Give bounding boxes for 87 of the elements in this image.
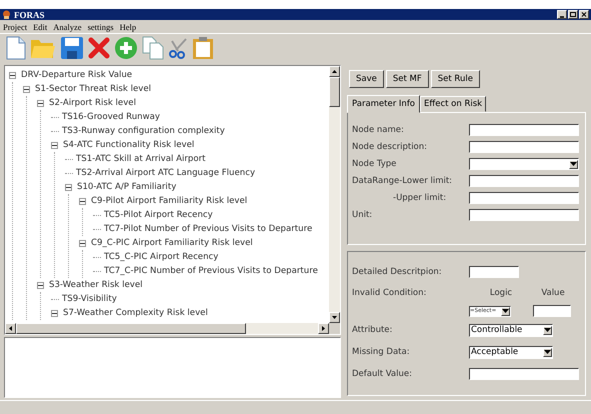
input-field[interactable] <box>469 266 519 278</box>
scroll-thumb[interactable] <box>16 323 246 334</box>
tree-item[interactable]: S3-Weather Risk level <box>49 280 143 290</box>
collapse-icon[interactable] <box>65 184 72 190</box>
horizontal-scrollbar[interactable] <box>5 323 329 334</box>
right-arrow-icon <box>322 326 325 331</box>
tree-item[interactable]: TC5-Pilot Airport Recency <box>104 210 213 220</box>
add-icon[interactable] <box>114 36 138 60</box>
dropdown[interactable]: Controllable <box>469 324 553 336</box>
input-field[interactable] <box>533 305 571 317</box>
menu-item[interactable]: Analyze <box>53 22 82 32</box>
tree-item[interactable]: TC7-Pilot Number of Previous Visits to Departure <box>104 224 312 234</box>
minimize-icon[interactable] <box>557 10 567 19</box>
scroll-left-button[interactable] <box>5 323 16 334</box>
menu-item[interactable]: Edit <box>33 22 48 32</box>
close-icon[interactable] <box>579 10 589 19</box>
window-title: FORAS <box>14 10 45 20</box>
field-label: Missing Data: <box>352 347 411 357</box>
input-field[interactable] <box>469 124 579 136</box>
field-label: Attribute: <box>352 325 394 335</box>
down-arrow-icon <box>332 316 337 319</box>
dropdown-arrow-icon[interactable] <box>569 160 578 168</box>
field-label: -Upper limit: <box>392 193 446 203</box>
tree-item[interactable]: S7-Weather Complexity Risk level <box>63 308 208 318</box>
scroll-right-button[interactable] <box>318 323 329 334</box>
menu-item[interactable]: Help <box>120 22 136 32</box>
app-icon <box>2 10 11 19</box>
dropdown-arrow-icon[interactable] <box>543 348 552 356</box>
new-document-icon[interactable] <box>6 36 26 60</box>
collapse-icon[interactable] <box>23 86 30 92</box>
tree-item[interactable]: TC7_C-PIC Number of Previous Visits to Departure <box>104 266 318 276</box>
tab[interactable]: Effect on Risk <box>420 96 486 112</box>
tree-item[interactable]: S1-Sector Threat Risk level <box>35 84 152 94</box>
collapse-icon[interactable] <box>9 72 16 78</box>
tree-item[interactable]: TS9-Visibility <box>62 294 117 304</box>
left-arrow-icon <box>9 326 12 331</box>
dropdown-arrow-icon[interactable] <box>543 326 552 334</box>
tree-item[interactable]: DRV-Departure Risk Value <box>21 70 132 80</box>
scroll-thumb[interactable] <box>329 77 340 107</box>
collapse-icon[interactable] <box>79 240 86 246</box>
tree-item[interactable]: TS16-Grooved Runway <box>62 112 160 122</box>
field-label: Node name: <box>352 125 404 135</box>
collapse-icon[interactable] <box>51 310 58 316</box>
tree-item[interactable]: TS3-Runway configuration complexity <box>62 126 225 136</box>
action-button[interactable]: Set Rule <box>430 70 480 88</box>
collapse-icon[interactable] <box>37 282 44 288</box>
collapse-icon[interactable] <box>51 142 58 148</box>
action-button[interactable]: Set MF <box>386 70 429 88</box>
scroll-down-button[interactable] <box>329 312 340 323</box>
menu-item[interactable]: Project <box>3 22 28 32</box>
tree-item[interactable]: S10-ATC A/P Familiarity <box>77 182 176 192</box>
tree-item[interactable]: TS1-ATC Skill at Arrival Airport <box>76 154 206 164</box>
menu-item[interactable]: settings <box>88 22 114 32</box>
field-label: DataRange-Lower limit: <box>352 176 452 186</box>
field-label: Node Type <box>352 159 396 169</box>
dropdown-arrow-icon[interactable] <box>501 306 510 316</box>
up-arrow-icon <box>332 70 337 73</box>
scrollbar-corner <box>329 323 340 334</box>
tree-item[interactable]: S4-ATC Functionality Risk level <box>63 140 194 150</box>
input-field[interactable] <box>469 209 579 221</box>
clipboard-icon[interactable] <box>192 36 214 60</box>
field-label: Node description: <box>352 142 428 152</box>
maximize-icon[interactable] <box>568 10 578 19</box>
field-label: Detailed Descritpion: <box>352 267 443 277</box>
input-field[interactable] <box>469 192 579 204</box>
collapse-icon[interactable] <box>79 198 86 204</box>
scroll-up-button[interactable] <box>329 66 340 77</box>
tree-item[interactable]: S2-Airport Risk level <box>49 98 136 108</box>
action-button[interactable]: Save <box>349 70 384 88</box>
column-header: Logic <box>488 288 514 298</box>
field-label: Invalid Condition: <box>352 288 428 298</box>
field-label: Default Value: <box>352 369 413 379</box>
input-field[interactable] <box>469 368 579 380</box>
tab[interactable]: Parameter Info <box>347 95 420 113</box>
input-field[interactable] <box>469 175 579 187</box>
collapse-icon[interactable] <box>37 100 44 106</box>
dropdown[interactable]: Acceptable <box>469 346 553 358</box>
vertical-scrollbar[interactable] <box>329 66 340 323</box>
column-header: Value <box>540 288 566 298</box>
tree-item[interactable]: C9_C-PIC Airport Familiarity Risk level <box>91 238 253 248</box>
dropdown[interactable] <box>469 158 579 170</box>
tree-item[interactable]: TS2-Arrival Airport ATC Language Fluency <box>76 168 256 178</box>
input-field[interactable] <box>469 141 579 153</box>
tree-item[interactable]: C9-Pilot Airport Familiarity Risk level <box>91 196 248 206</box>
field-label: Unit: <box>352 210 372 220</box>
scissors-icon[interactable] <box>168 37 188 59</box>
tree-item[interactable]: TC5_C-PIC Airport Recency <box>104 252 218 262</box>
